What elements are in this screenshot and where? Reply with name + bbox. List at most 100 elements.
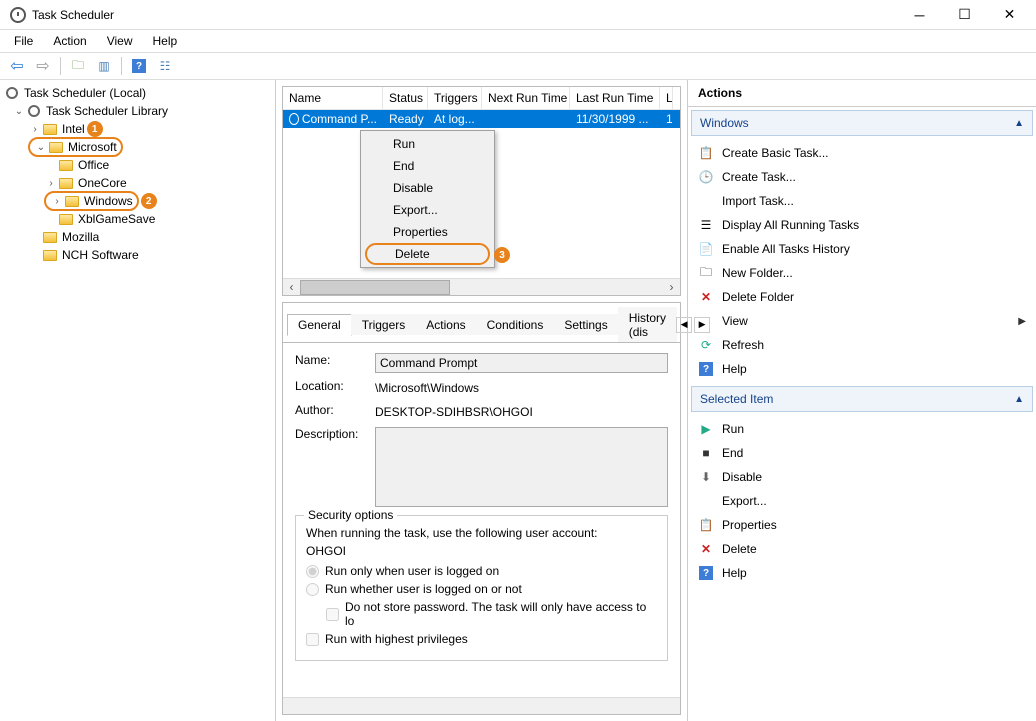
up-button[interactable]: 🗀 bbox=[67, 55, 89, 77]
actions-title: Actions bbox=[688, 80, 1036, 107]
tree-root[interactable]: Task Scheduler (Local) bbox=[0, 84, 275, 102]
check-highest-priv[interactable] bbox=[306, 633, 319, 646]
tree-mozilla-label: Mozilla bbox=[62, 230, 99, 244]
radio-whether-logged[interactable] bbox=[306, 583, 319, 596]
forward-button[interactable]: ⇨ bbox=[32, 55, 54, 77]
check-no-password[interactable] bbox=[326, 608, 339, 621]
action-disable[interactable]: ⬇Disable bbox=[694, 465, 1030, 489]
tab-actions[interactable]: Actions bbox=[415, 314, 476, 335]
tab-triggers[interactable]: Triggers bbox=[351, 314, 417, 335]
close-button[interactable]: ✕ bbox=[987, 1, 1032, 29]
minimize-button[interactable]: ─ bbox=[897, 1, 942, 29]
grid-header: Name Status Triggers Next Run Time Last … bbox=[283, 87, 680, 110]
properties-toolbar-button[interactable]: ☷ bbox=[154, 55, 176, 77]
expander-icon[interactable]: › bbox=[44, 178, 58, 189]
expander-icon[interactable]: ⌄ bbox=[12, 106, 26, 117]
action-enable-history[interactable]: 📄Enable All Tasks History bbox=[694, 237, 1030, 261]
tree-xblgamesave-label: XblGameSave bbox=[78, 212, 155, 226]
horizontal-scrollbar[interactable]: ‹ › bbox=[283, 278, 680, 295]
actions-section-selected[interactable]: Selected Item ▲ bbox=[691, 386, 1033, 412]
action-create-task[interactable]: 🕒Create Task... bbox=[694, 165, 1030, 189]
action-display-running[interactable]: ☰Display All Running Tasks bbox=[694, 213, 1030, 237]
name-label: Name: bbox=[295, 353, 375, 367]
action-export[interactable]: Export... bbox=[694, 489, 1030, 513]
tree-mozilla[interactable]: Mozilla bbox=[0, 228, 275, 246]
action-help-2[interactable]: ?Help bbox=[694, 561, 1030, 585]
actions-section-windows[interactable]: Windows ▲ bbox=[691, 110, 1033, 136]
action-import-task[interactable]: Import Task... bbox=[694, 189, 1030, 213]
col-last[interactable]: Last Run Time bbox=[570, 87, 660, 109]
cell-name: Command P... bbox=[302, 112, 377, 126]
tree-onecore[interactable]: › OneCore bbox=[0, 174, 275, 192]
menu-action[interactable]: Action bbox=[45, 32, 94, 50]
action-delete[interactable]: ✕Delete bbox=[694, 537, 1030, 561]
action-refresh[interactable]: ⟳Refresh bbox=[694, 333, 1030, 357]
radio-logged-on-label: Run only when user is logged on bbox=[325, 564, 499, 578]
col-next[interactable]: Next Run Time bbox=[482, 87, 570, 109]
context-disable[interactable]: Disable bbox=[363, 177, 492, 199]
back-button[interactable]: ⇦ bbox=[6, 55, 28, 77]
description-field[interactable] bbox=[375, 427, 668, 507]
context-delete[interactable]: Delete 3 bbox=[365, 243, 490, 265]
wizard-icon: 📋 bbox=[698, 145, 714, 161]
tree-root-label: Task Scheduler (Local) bbox=[24, 86, 146, 100]
help-button[interactable]: ? bbox=[128, 55, 150, 77]
table-row[interactable]: Command P... Ready At log... 11/30/1999 … bbox=[283, 110, 680, 128]
action-view[interactable]: View▶ bbox=[694, 309, 1030, 333]
tree-office[interactable]: Office bbox=[0, 156, 275, 174]
action-new-folder[interactable]: 🗀New Folder... bbox=[694, 261, 1030, 285]
tree-xblgamesave[interactable]: XblGameSave bbox=[0, 210, 275, 228]
action-end[interactable]: ■End bbox=[694, 441, 1030, 465]
maximize-button[interactable]: ☐ bbox=[942, 1, 987, 29]
expander-icon[interactable]: › bbox=[28, 124, 42, 135]
expander-icon[interactable]: › bbox=[50, 196, 64, 207]
disable-icon: ⬇ bbox=[698, 469, 714, 485]
tab-general[interactable]: General bbox=[287, 314, 352, 336]
detail-panel: General Triggers Actions Conditions Sett… bbox=[282, 302, 681, 715]
security-user: OHGOI bbox=[306, 544, 657, 558]
radio-logged-on[interactable] bbox=[306, 565, 319, 578]
tabs-row: General Triggers Actions Conditions Sett… bbox=[283, 303, 680, 343]
context-end[interactable]: End bbox=[363, 155, 492, 177]
check-no-password-label: Do not store password. The task will onl… bbox=[345, 600, 657, 628]
tree-pane[interactable]: Task Scheduler (Local) ⌄ Task Scheduler … bbox=[0, 80, 276, 721]
col-result[interactable]: L bbox=[660, 87, 673, 109]
security-options-group: Security options When running the task, … bbox=[295, 515, 668, 661]
col-name[interactable]: Name bbox=[283, 87, 383, 109]
import-icon bbox=[698, 193, 714, 209]
tab-conditions[interactable]: Conditions bbox=[476, 314, 555, 335]
menu-file[interactable]: File bbox=[6, 32, 41, 50]
cell-last: 11/30/1999 ... bbox=[570, 112, 660, 126]
security-title: Security options bbox=[304, 508, 397, 522]
action-delete-folder[interactable]: ✕Delete Folder bbox=[694, 285, 1030, 309]
play-icon: ▶ bbox=[698, 421, 714, 437]
name-field[interactable] bbox=[375, 353, 668, 373]
tree-windows[interactable]: › Windows 2 bbox=[0, 192, 275, 210]
action-properties[interactable]: 📋Properties bbox=[694, 513, 1030, 537]
tree-intel[interactable]: › Intel 1 bbox=[0, 120, 275, 138]
window-title: Task Scheduler bbox=[32, 8, 897, 22]
context-run[interactable]: Run bbox=[363, 133, 492, 155]
help-icon: ? bbox=[698, 565, 714, 581]
tree-windows-label: Windows bbox=[84, 194, 133, 208]
menu-help[interactable]: Help bbox=[145, 32, 186, 50]
tree-microsoft[interactable]: ⌄ Microsoft bbox=[0, 138, 275, 156]
tree-nch[interactable]: NCH Software bbox=[0, 246, 275, 264]
tab-settings[interactable]: Settings bbox=[553, 314, 618, 335]
expander-icon[interactable]: ⌄ bbox=[34, 142, 48, 153]
tab-history[interactable]: History (dis bbox=[618, 307, 677, 342]
tree-library[interactable]: ⌄ Task Scheduler Library bbox=[0, 102, 275, 120]
show-hide-tree-button[interactable]: ▥ bbox=[93, 55, 115, 77]
col-status[interactable]: Status bbox=[383, 87, 428, 109]
action-run[interactable]: ▶Run bbox=[694, 417, 1030, 441]
tree-office-label: Office bbox=[78, 158, 109, 172]
tree-library-label: Task Scheduler Library bbox=[46, 104, 168, 118]
action-help[interactable]: ?Help bbox=[694, 357, 1030, 381]
context-export[interactable]: Export... bbox=[363, 199, 492, 221]
titlebar: Task Scheduler ─ ☐ ✕ bbox=[0, 0, 1036, 30]
context-properties[interactable]: Properties bbox=[363, 221, 492, 243]
detail-horizontal-scrollbar[interactable] bbox=[283, 697, 680, 714]
col-triggers[interactable]: Triggers bbox=[428, 87, 482, 109]
menu-view[interactable]: View bbox=[99, 32, 141, 50]
action-create-basic-task[interactable]: 📋Create Basic Task... bbox=[694, 141, 1030, 165]
